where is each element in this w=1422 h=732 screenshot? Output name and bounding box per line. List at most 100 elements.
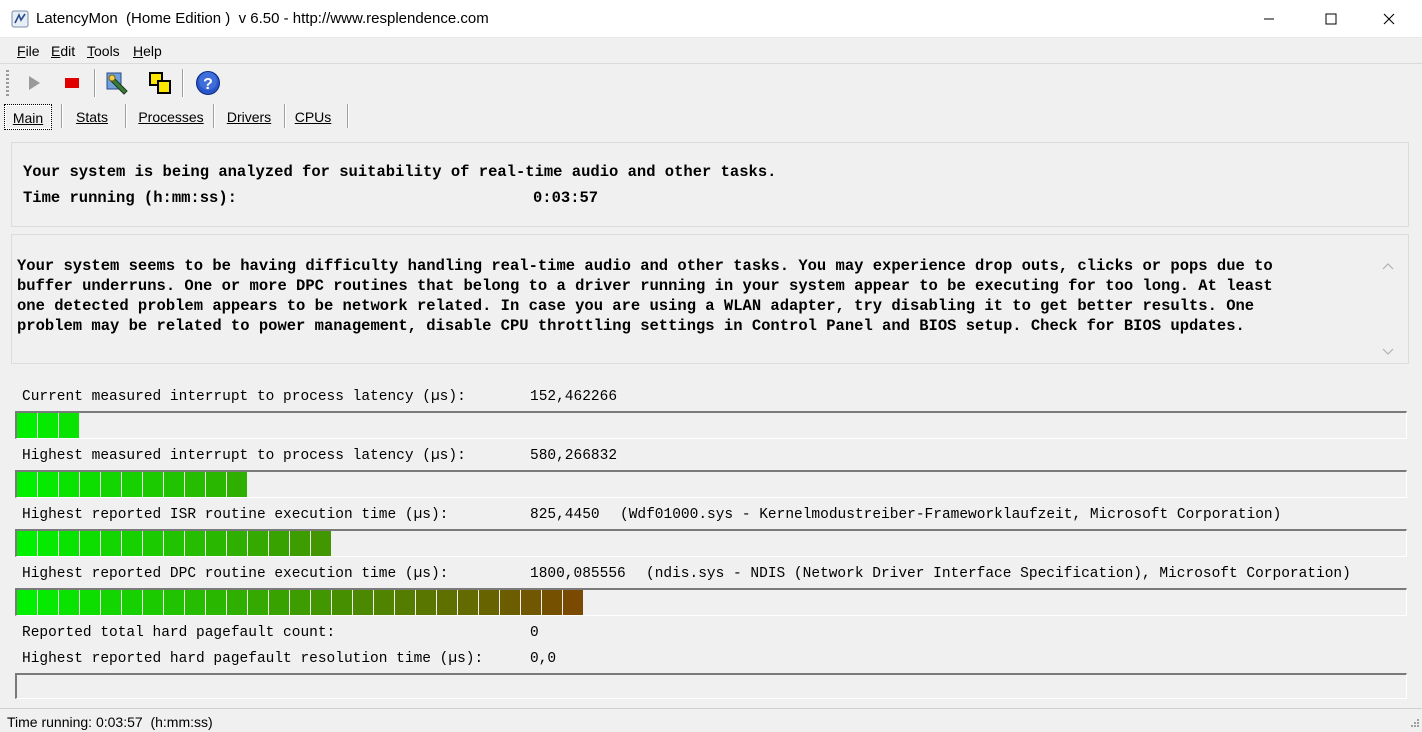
status-bar-text: Time running: 0:03:57 (h:mm:ss): [7, 714, 213, 730]
metric-value: 152,462266: [530, 389, 618, 405]
start-button[interactable]: [20, 69, 48, 97]
bar-segment: [164, 531, 185, 556]
bar-segment: [332, 590, 353, 615]
tab-stats[interactable]: Stats: [66, 104, 118, 130]
bar-segment: [164, 472, 185, 497]
conclusion-panel: Your system seems to be having difficult…: [11, 234, 1409, 364]
metric-driver-info: (Wdf01000.sys - Kernelmodustreiber-Frame…: [620, 507, 1282, 523]
bar-segment: [290, 531, 311, 556]
bar-fill: [17, 413, 80, 438]
bar-segment: [80, 472, 101, 497]
metric-value: 1800,085556: [530, 566, 626, 582]
bar-segment: [458, 590, 479, 615]
bar-segment: [38, 590, 59, 615]
scroll-up-icon[interactable]: [1382, 259, 1394, 270]
bar-fill: [17, 472, 248, 497]
metric-label: Current measured interrupt to process la…: [22, 389, 466, 405]
tab-separator: [347, 104, 349, 128]
title-bar: LatencyMon (Home Edition ) v 6.50 - http…: [0, 0, 1422, 38]
bar-segment: [206, 531, 227, 556]
close-button[interactable]: [1366, 0, 1412, 38]
bar-fill: [17, 590, 584, 615]
analysis-status-text: Your system is being analyzed for suitab…: [23, 163, 777, 181]
bar-segment: [269, 590, 290, 615]
bar-segment: [122, 531, 143, 556]
bar-segment: [59, 472, 80, 497]
bar-segment: [17, 413, 38, 438]
metric-driver-info: (ndis.sys - NDIS (Network Driver Interfa…: [646, 566, 1351, 582]
bar-segment: [521, 590, 542, 615]
bar-segment: [185, 472, 206, 497]
metric-label: Reported total hard pagefault count:: [22, 625, 336, 641]
windows-icon: [149, 72, 171, 94]
isr-execution-bar: [15, 529, 1407, 557]
bar-segment: [59, 531, 80, 556]
windows-button[interactable]: [146, 69, 174, 97]
bar-segment: [185, 531, 206, 556]
bar-segment: [227, 531, 248, 556]
bar-segment: [227, 472, 248, 497]
bar-segment: [500, 590, 521, 615]
bar-segment: [353, 590, 374, 615]
conclusion-text: Your system seems to be having difficult…: [17, 257, 1273, 335]
bar-segment: [437, 590, 458, 615]
menu-file[interactable]: File: [17, 43, 40, 59]
stop-icon: [65, 78, 79, 88]
bar-segment: [38, 413, 59, 438]
bar-segment: [290, 590, 311, 615]
menu-tools[interactable]: Tools: [87, 43, 120, 59]
bar-segment: [122, 590, 143, 615]
help-button[interactable]: ?: [194, 69, 222, 97]
toolbar-separator: [182, 69, 184, 97]
toolbar-grip[interactable]: [6, 70, 9, 96]
metric-value: 580,266832: [530, 448, 618, 464]
menu-edit[interactable]: Edit: [51, 43, 75, 59]
tab-main[interactable]: Main: [4, 104, 52, 130]
bar-segment: [542, 590, 563, 615]
bar-segment: [479, 590, 500, 615]
scroll-down-icon[interactable]: [1382, 345, 1394, 355]
current-latency-bar: [15, 411, 1407, 439]
highest-latency-bar: [15, 470, 1407, 498]
menu-bar: File Edit Tools Help: [0, 38, 1422, 64]
bar-segment: [38, 472, 59, 497]
bar-segment: [122, 472, 143, 497]
bar-segment: [227, 590, 248, 615]
bar-segment: [311, 590, 332, 615]
bar-segment: [206, 590, 227, 615]
bar-segment: [101, 590, 122, 615]
pagefault-resolution-bar: [15, 673, 1407, 699]
metric-label: Highest reported hard pagefault resoluti…: [22, 651, 484, 667]
tab-drivers[interactable]: Drivers: [220, 104, 278, 130]
menu-help[interactable]: Help: [133, 43, 162, 59]
bar-segment: [563, 590, 584, 615]
bar-segment: [206, 472, 227, 497]
tab-bar: Main Stats Processes Drivers CPUs: [0, 101, 1422, 131]
tab-processes[interactable]: Processes: [132, 104, 210, 130]
driver-wizard-button[interactable]: [104, 69, 132, 97]
resize-grip-icon[interactable]: [1408, 718, 1420, 730]
help-icon: ?: [196, 71, 220, 95]
bar-segment: [38, 531, 59, 556]
bar-segment: [185, 590, 206, 615]
toolbar-separator: [94, 69, 96, 97]
stop-button[interactable]: [58, 69, 86, 97]
bar-segment: [101, 531, 122, 556]
bar-segment: [80, 531, 101, 556]
bar-segment: [17, 472, 38, 497]
metric-value: 0: [530, 625, 539, 641]
minimize-button[interactable]: [1246, 0, 1292, 38]
svg-text:?: ?: [203, 76, 213, 93]
bar-segment: [248, 531, 269, 556]
tab-cpus[interactable]: CPUs: [290, 104, 336, 130]
time-running-value: 0:03:57: [533, 189, 599, 207]
bar-segment: [143, 472, 164, 497]
maximize-button[interactable]: [1308, 0, 1354, 38]
tab-separator: [125, 104, 127, 128]
tab-separator: [213, 104, 215, 128]
metric-label: Highest measured interrupt to process la…: [22, 448, 466, 464]
bar-segment: [395, 590, 416, 615]
play-icon: [29, 76, 40, 90]
toolbar: ?: [0, 65, 1422, 101]
bar-segment: [80, 590, 101, 615]
